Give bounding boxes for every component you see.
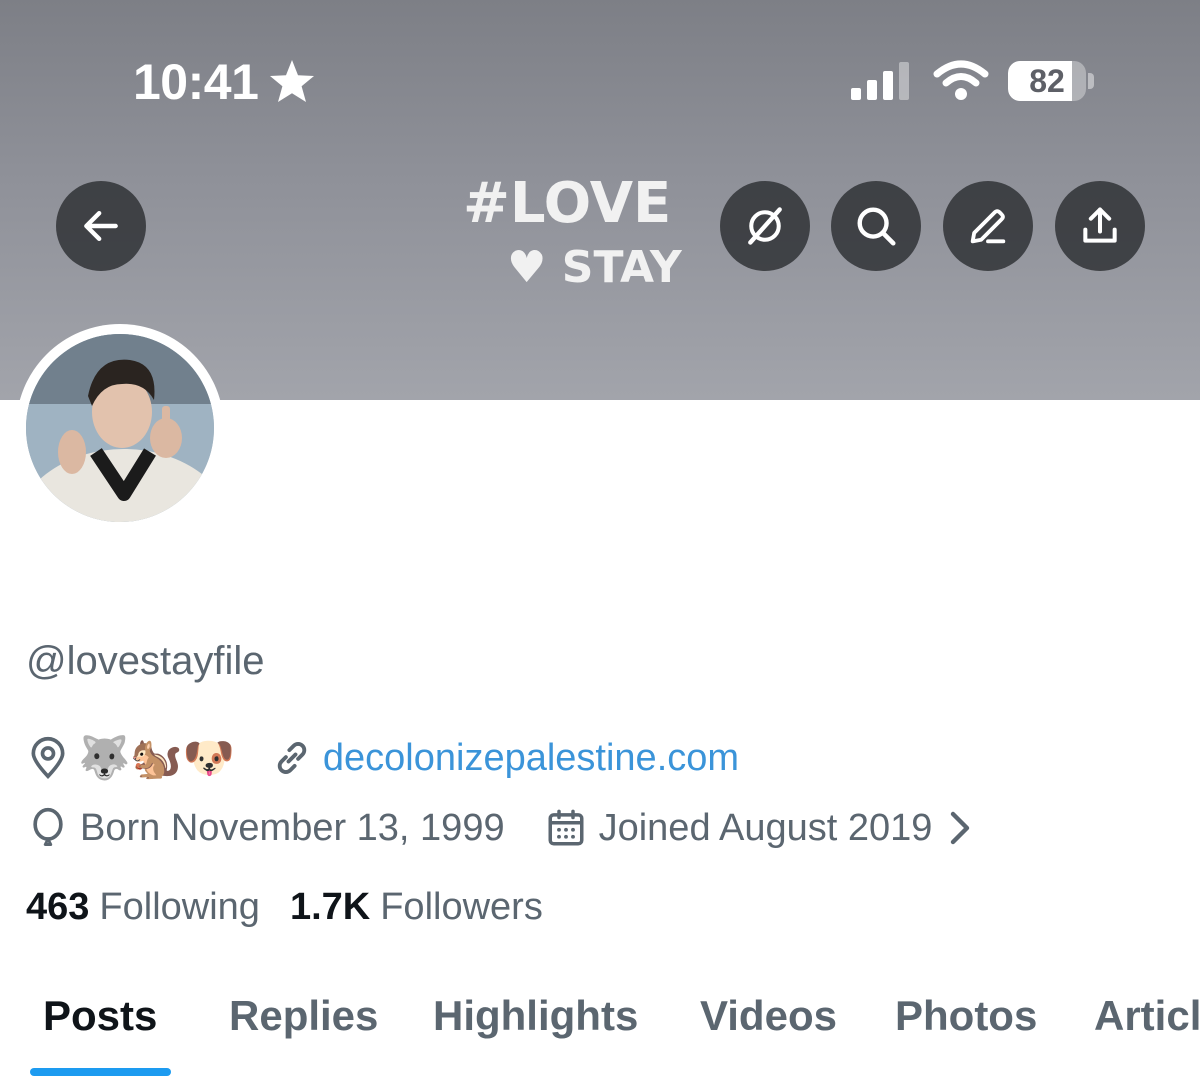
search-button[interactable] xyxy=(831,181,921,271)
edit-button[interactable] xyxy=(943,181,1033,271)
pencil-icon xyxy=(970,209,1006,244)
following-label: Following xyxy=(99,886,260,928)
grok-button[interactable] xyxy=(720,181,810,271)
star-icon xyxy=(270,60,314,102)
following-count: 463 xyxy=(26,886,90,928)
location-emojis: 🐺🐿️🐶 xyxy=(78,734,235,781)
profile-page: #LOVE ♥ STAY 10:41 82 @lovestayfile 🐺🐿️🐶… xyxy=(0,0,1200,1077)
tab-photos[interactable]: Photos xyxy=(895,990,1037,1042)
followers-label: Followers xyxy=(380,886,543,928)
chevron-right-icon[interactable] xyxy=(944,808,974,848)
profile-avatar[interactable] xyxy=(16,324,224,532)
tab-articles[interactable]: Articles xyxy=(1094,990,1200,1042)
tab-videos[interactable]: Videos xyxy=(700,990,837,1042)
wifi-icon xyxy=(933,60,989,100)
share-icon xyxy=(1083,207,1117,243)
slash-circle-icon xyxy=(748,207,782,245)
website-link[interactable]: decolonizepalestine.com xyxy=(323,736,739,780)
birthday-joined-row: Born November 13, 1999 Joined August 201… xyxy=(26,806,974,850)
battery-level: 82 xyxy=(1029,63,1065,99)
share-button[interactable] xyxy=(1055,181,1145,271)
banner-text-line2: ♥ STAY xyxy=(507,242,683,293)
avatar-illustration xyxy=(26,334,214,522)
followers-count: 1.7K xyxy=(289,886,371,928)
tab-highlights[interactable]: Highlights xyxy=(433,990,638,1042)
tab-posts[interactable]: Posts xyxy=(43,990,157,1042)
profile-handle: @lovestayfile xyxy=(26,639,265,683)
birthday-text: Born November 13, 1999 xyxy=(80,807,505,849)
link-icon xyxy=(277,742,307,774)
arrow-left-icon xyxy=(84,210,118,242)
banner-text-line1: #LOVE xyxy=(463,171,671,236)
cellular-signal-icon xyxy=(851,62,909,100)
avatar-photo xyxy=(26,334,214,522)
balloon-icon xyxy=(33,807,63,846)
profile-tabs: Posts Replies Highlights Videos Photos A… xyxy=(0,990,1200,1077)
back-button[interactable] xyxy=(56,181,146,271)
active-tab-indicator xyxy=(30,1068,171,1076)
location-website-row: 🐺🐿️🐶 decolonizepalestine.com xyxy=(26,735,739,781)
follow-stats: 463 Following 1.7K Followers xyxy=(26,886,543,929)
joined-text[interactable]: Joined August 2019 xyxy=(599,806,933,850)
banner-artwork: #LOVE ♥ STAY xyxy=(463,171,683,293)
calendar-icon xyxy=(548,809,584,846)
location-pin-icon xyxy=(31,736,65,780)
following-stat[interactable]: 463 Following xyxy=(26,886,260,929)
status-time: 10:41 xyxy=(133,54,259,110)
followers-stat[interactable]: 1.7K Followers xyxy=(290,886,543,929)
tab-replies[interactable]: Replies xyxy=(229,990,378,1042)
battery-cap xyxy=(1088,73,1094,89)
battery-indicator: 82 xyxy=(1008,61,1086,101)
search-icon xyxy=(857,207,896,246)
